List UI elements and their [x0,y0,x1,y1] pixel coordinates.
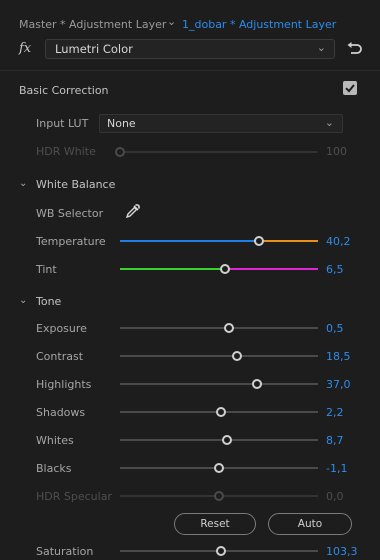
hdr-white-label: HDR White [36,145,96,158]
saturation-label: Saturation [36,545,94,558]
contrast-track[interactable] [120,355,318,357]
highlights-label: Highlights [36,378,92,391]
blacks-value[interactable]: -1,1 [326,462,347,475]
hdr-specular-value: 0,0 [326,490,344,503]
chevron-down-icon: ⌄ [324,116,334,129]
reset-button-label: Reset [200,518,230,530]
basic-correction-checkbox[interactable] [343,81,357,95]
whites-label: Whites [36,434,74,447]
divider [0,70,380,71]
effect-name: Lumetri Color [55,42,133,56]
reset-button[interactable]: Reset [174,513,256,535]
highlights-thumb[interactable] [251,379,262,389]
blacks-thumb[interactable] [214,463,224,473]
effect-dropdown[interactable]: Lumetri Color ⌄ [45,39,335,59]
hdr-specular-thumb [214,491,224,501]
temperature-value[interactable]: 40,2 [326,235,351,248]
input-lut-label: Input LUT [36,117,89,130]
hdr-white-thumb [115,147,125,157]
tint-thumb[interactable] [219,264,230,274]
exposure-thumb[interactable] [223,323,234,333]
contrast-value[interactable]: 18,5 [326,350,351,363]
whites-track[interactable] [120,439,318,441]
chevron-down-icon[interactable]: ⌄ [167,15,176,28]
whites-value[interactable]: 8,7 [326,434,344,447]
wb-selector-label: WB Selector [36,207,104,220]
active-clip-label[interactable]: 1_dobar * Adjustment Layer [182,18,336,31]
fx-icon: fx [19,41,32,56]
hdr-white-value: 100 [326,145,347,158]
whites-thumb[interactable] [221,435,232,445]
reset-effect-icon[interactable] [343,37,365,59]
highlights-track[interactable] [120,383,318,385]
saturation-thumb[interactable] [215,546,226,556]
hdr-white-track [119,151,317,153]
exposure-value[interactable]: 0,5 [326,322,344,335]
blacks-label: Blacks [36,462,72,475]
highlights-value[interactable]: 37,0 [326,378,351,391]
saturation-value[interactable]: 103,3 [326,545,358,558]
chevron-down-icon[interactable]: ⌄ [19,295,27,306]
master-clip-label[interactable]: Master * Adjustment Layer [19,18,166,31]
tone-title[interactable]: Tone [36,295,61,308]
contrast-thumb[interactable] [231,351,242,361]
tint-value[interactable]: 6,5 [326,263,344,276]
shadows-thumb[interactable] [215,407,226,417]
white-balance-title[interactable]: White Balance [36,178,115,191]
exposure-track[interactable] [120,327,318,329]
temperature-label: Temperature [36,235,106,248]
basic-correction-title[interactable]: Basic Correction [19,84,109,97]
input-lut-value: None [107,117,136,130]
temperature-thumb[interactable] [253,236,264,246]
input-lut-dropdown[interactable]: None ⌄ [99,114,343,133]
eyedropper-icon[interactable] [124,202,142,220]
auto-button-label: Auto [297,518,323,530]
chevron-down-icon: ⌄ [316,41,326,54]
checkmark-icon [345,84,355,93]
auto-button[interactable]: Auto [268,513,352,535]
hdr-specular-label: HDR Specular [36,490,112,503]
shadows-label: Shadows [36,406,86,419]
chevron-down-icon[interactable]: ⌄ [19,178,27,189]
temperature-track[interactable] [120,240,318,242]
effect-row: fx Lumetri Color ⌄ [19,39,369,61]
shadows-value[interactable]: 2,2 [326,406,344,419]
tint-label: Tint [36,263,57,276]
contrast-label: Contrast [36,350,84,363]
clip-breadcrumb: Master * Adjustment Layer ⌄ 1_dobar * Ad… [0,0,380,38]
exposure-label: Exposure [36,322,87,335]
